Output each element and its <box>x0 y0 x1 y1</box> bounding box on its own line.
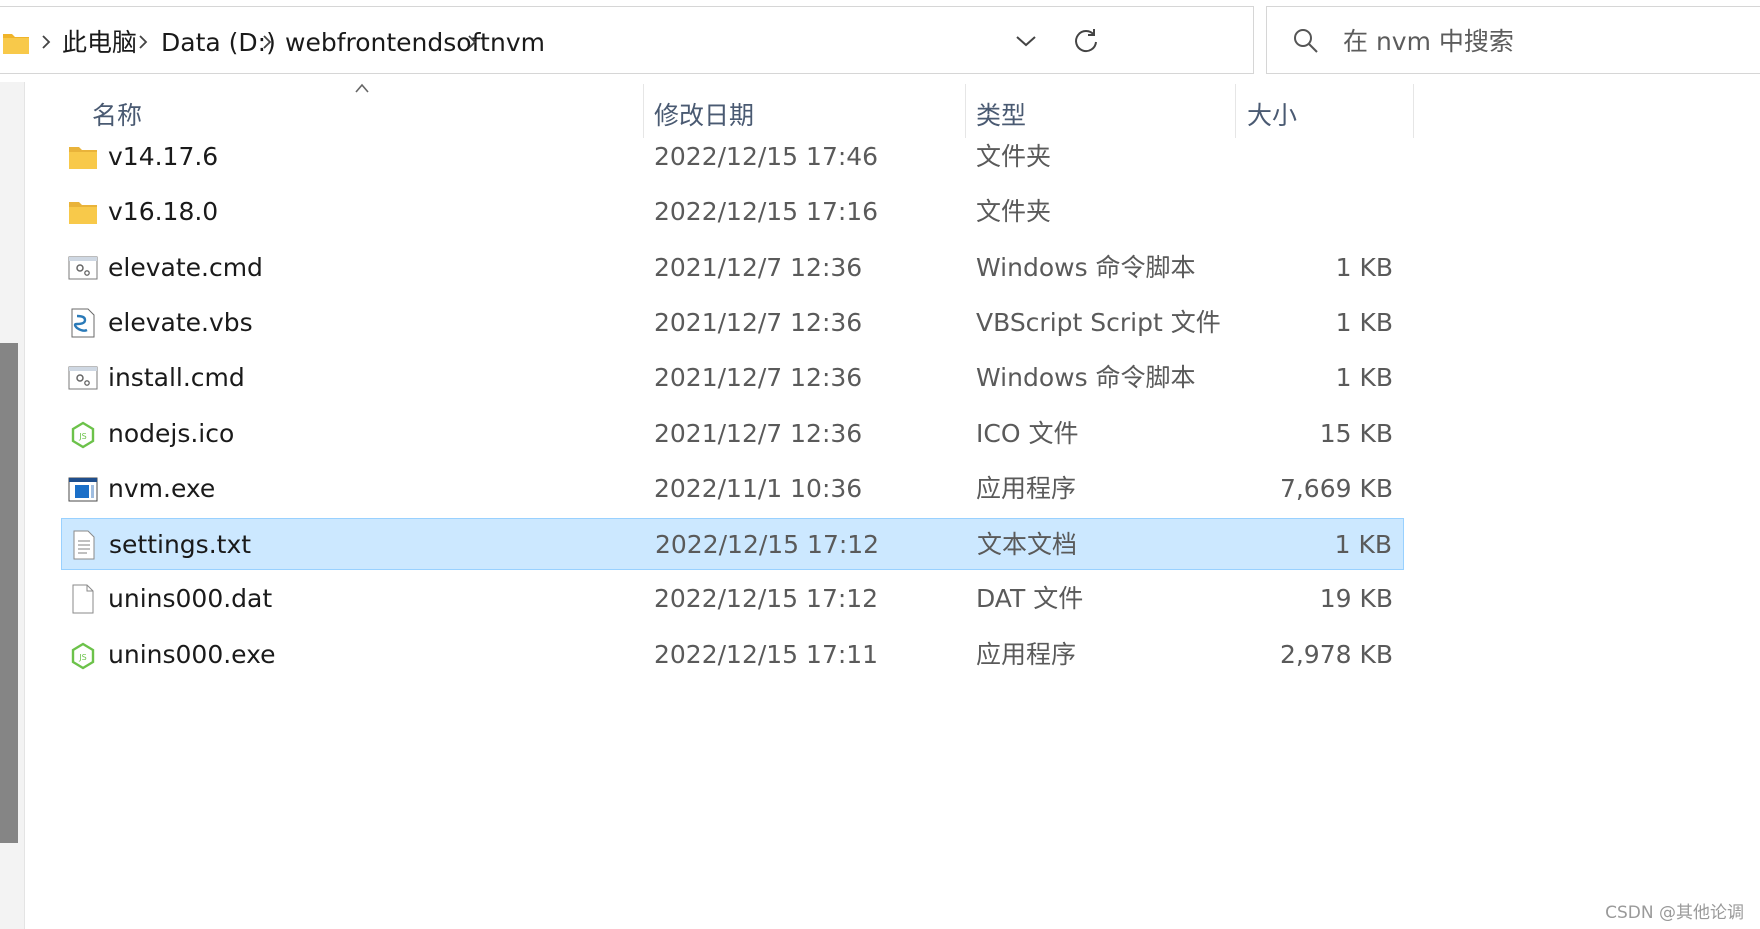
search-input[interactable] <box>1343 24 1743 58</box>
watermark: CSDN @其他论调 <box>1605 903 1744 923</box>
file-date-modified: 2021/12/7 12:36 <box>654 418 863 448</box>
file-name: nvm.exe <box>108 473 216 503</box>
file-row[interactable]: settings.txt 2022/12/15 17:12 文本文档 1 KB <box>61 518 1404 571</box>
file-type: Windows 命令脚本 <box>976 252 1196 282</box>
file-row[interactable]: v16.18.0 2022/12/15 17:16 文件夹 <box>61 186 1404 238</box>
file-size: 2,978 KB <box>1279 639 1393 669</box>
file-size: 1 KB <box>1334 530 1392 560</box>
file-row[interactable]: JS nodejs.ico 2021/12/7 12:36 ICO 文件 15 KB <box>61 408 1404 460</box>
file-date-modified: 2022/12/15 17:16 <box>654 197 879 227</box>
chevron-right-icon <box>468 35 477 49</box>
file-date-modified: 2021/12/7 12:36 <box>654 307 863 337</box>
nodejs-icon: JS <box>68 418 98 450</box>
column-header-name[interactable]: 名称 <box>92 96 142 132</box>
file-row[interactable]: elevate.vbs 2021/12/7 12:36 VBScript Scrip… <box>61 297 1404 349</box>
file-type: VBScript Script 文件 <box>976 307 1221 337</box>
file-type: 文件夹 <box>976 197 1052 227</box>
address-bar[interactable]: 此电脑 Data (D:) webfrontendsoft nvm <box>0 6 1254 74</box>
file-name: nodejs.ico <box>108 418 235 448</box>
file-size: 7,669 KB <box>1279 473 1393 503</box>
column-divider[interactable] <box>1413 84 1414 138</box>
refresh-button[interactable] <box>1066 21 1106 61</box>
svg-text:JS: JS <box>78 653 86 662</box>
file-type: 应用程序 <box>976 639 1077 669</box>
file-row[interactable]: JS unins000.exe 2022/12/15 17:11 应用程序 2,978 … <box>61 629 1404 681</box>
file-row[interactable]: install.cmd 2021/12/7 12:36 Windows 命令脚本 1 … <box>61 352 1404 404</box>
chevron-right-icon <box>42 35 51 49</box>
file-row[interactable]: unins000.dat 2022/12/15 17:12 DAT 文件 19 KB <box>61 573 1404 625</box>
file-name: settings.txt <box>109 530 252 560</box>
file-row[interactable]: elevate.cmd 2021/12/7 12:36 Windows 命令脚本 1 … <box>61 242 1404 294</box>
folder-icon <box>3 34 29 54</box>
file-type: Windows 命令脚本 <box>976 363 1196 393</box>
file-row[interactable]: nvm.exe 2022/11/1 10:36 应用程序 7,669 KB <box>61 463 1404 515</box>
search-icon <box>1294 29 1318 53</box>
file-name: unins000.exe <box>108 639 276 669</box>
file-size: 19 KB <box>1319 584 1393 614</box>
file-name: install.cmd <box>108 363 245 393</box>
file-name: elevate.vbs <box>108 307 253 337</box>
cmd-script-icon <box>68 252 98 284</box>
exe-window-icon <box>68 473 98 505</box>
file-size: 1 KB <box>1335 363 1393 393</box>
file-date-modified: 2022/12/15 17:46 <box>654 142 879 171</box>
file-date-modified: 2021/12/7 12:36 <box>654 252 863 282</box>
file-name: elevate.cmd <box>108 252 263 282</box>
breadcrumb-webfrontendsoft[interactable]: webfrontendsoft <box>285 28 490 58</box>
folder-icon <box>68 141 98 173</box>
chevron-right-icon <box>263 35 272 49</box>
file-date-modified: 2022/12/15 17:12 <box>654 584 879 614</box>
column-header-size[interactable]: 大小 <box>1247 96 1297 132</box>
file-name: v16.18.0 <box>108 197 219 227</box>
file-date-modified: 2022/11/1 10:36 <box>654 473 863 503</box>
file-row[interactable]: v14.17.6 2022/12/15 17:46 文件夹 <box>61 131 1404 183</box>
navigation-scrollbar-thumb[interactable] <box>0 343 18 843</box>
search-box[interactable] <box>1266 6 1760 74</box>
file-name: unins000.dat <box>108 584 273 614</box>
column-divider[interactable] <box>1235 84 1236 138</box>
address-history-dropdown-button[interactable] <box>1006 21 1046 61</box>
column-header-type[interactable]: 类型 <box>976 96 1026 132</box>
file-type: 应用程序 <box>976 473 1077 503</box>
blank-file-icon <box>68 583 98 615</box>
file-type: 文本文档 <box>977 530 1078 560</box>
vbs-script-icon <box>68 307 98 339</box>
chevron-right-icon <box>139 35 148 49</box>
file-size: 15 KB <box>1319 418 1393 448</box>
column-header-date-modified[interactable]: 修改日期 <box>654 96 754 132</box>
text-document-icon <box>69 529 99 561</box>
file-type: DAT 文件 <box>976 584 1084 614</box>
file-date-modified: 2021/12/7 12:36 <box>654 363 863 393</box>
breadcrumb-this-pc[interactable]: 此电脑 <box>62 28 137 58</box>
file-date-modified: 2022/12/15 17:11 <box>654 639 879 669</box>
file-date-modified: 2022/12/15 17:12 <box>655 530 880 560</box>
file-type: 文件夹 <box>976 142 1052 171</box>
nodejs-icon: JS <box>68 639 98 671</box>
folder-icon <box>68 196 98 228</box>
file-size: 1 KB <box>1335 252 1393 282</box>
column-divider[interactable] <box>643 84 644 138</box>
svg-text:JS: JS <box>78 432 86 441</box>
column-divider[interactable] <box>965 84 966 138</box>
file-name: v14.17.6 <box>108 142 219 171</box>
cmd-script-icon <box>68 362 98 394</box>
file-type: ICO 文件 <box>976 418 1079 448</box>
breadcrumb-data-drive[interactable]: Data (D:) <box>161 28 276 58</box>
chevron-down-icon <box>1016 36 1036 47</box>
sort-ascending-icon <box>355 83 369 93</box>
breadcrumb-nvm[interactable]: nvm <box>490 28 545 58</box>
file-size: 1 KB <box>1335 307 1393 337</box>
refresh-icon <box>1075 29 1097 53</box>
